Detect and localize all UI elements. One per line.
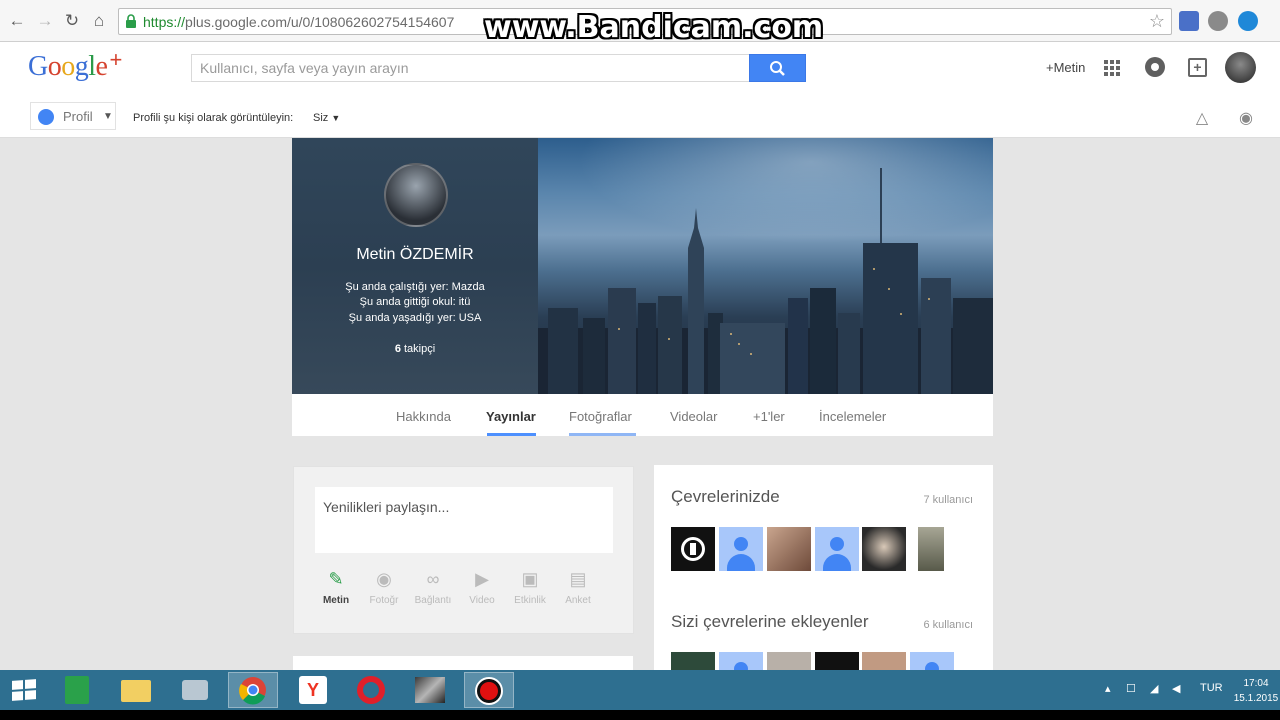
in-circles-title[interactable]: Çevrelerinizde xyxy=(671,487,780,507)
profile-cover: Metin ÖZDEMİR Şu anda çalıştığı yer: Maz… xyxy=(292,138,993,394)
calendar-icon: ▣ xyxy=(521,569,539,589)
tab-about[interactable]: Hakkında xyxy=(396,409,451,424)
share-video-button[interactable]: ▶ Video xyxy=(459,567,505,606)
opera-browser-icon[interactable] xyxy=(346,672,396,708)
spreadsheet-app-icon[interactable] xyxy=(52,672,102,708)
circle-member-avatar[interactable] xyxy=(918,527,944,571)
tray-expand-icon[interactable]: ▴ xyxy=(1105,682,1111,695)
file-explorer-icon[interactable] xyxy=(111,672,161,708)
profile-menu-label: Profil xyxy=(63,109,93,124)
circle-member-avatar[interactable] xyxy=(719,527,763,571)
yandex-browser-icon[interactable]: Y xyxy=(288,672,338,708)
share-text-button[interactable]: ✎ Metin xyxy=(313,567,359,606)
share-event-button[interactable]: ▣ Etkinlik xyxy=(507,567,553,606)
search-icon xyxy=(770,61,785,76)
recording-watermark: www.Bandicam.com xyxy=(484,10,824,45)
share-photo-button[interactable]: ◉ Fotoğr xyxy=(361,567,407,606)
url-text: https://plus.google.com/u/0/108062602754… xyxy=(143,14,455,30)
hover-tab-indicator xyxy=(569,433,636,436)
search-input[interactable] xyxy=(192,55,750,81)
share-link-button[interactable]: ∞ Bağlantı xyxy=(410,567,456,606)
tab-posts[interactable]: Yayınlar xyxy=(486,409,536,424)
lock-icon xyxy=(126,14,136,28)
view-as-label: Profili şu kişi olarak görüntüleyin: xyxy=(133,112,294,124)
notifications-icon[interactable] xyxy=(1145,57,1165,77)
video-icon: ▶ xyxy=(475,569,489,589)
clock-date: 15.1.2015 xyxy=(1233,693,1279,704)
tab-reviews[interactable]: İncelemeler xyxy=(819,409,886,424)
profile-subbar: Profil ▼ Profili şu kişi olarak görüntül… xyxy=(0,97,1280,138)
shield-extension-icon[interactable] xyxy=(1179,11,1199,31)
reload-icon[interactable]: ↻ xyxy=(61,9,83,33)
share-placeholder: Yenilikleri paylaşın... xyxy=(323,499,450,515)
tab-photos[interactable]: Fotoğraflar xyxy=(569,409,632,424)
search-box xyxy=(191,54,751,82)
circle-member-avatar[interactable] xyxy=(671,527,715,571)
circle-member-avatar[interactable] xyxy=(815,527,859,571)
input-language[interactable]: TUR xyxy=(1200,682,1223,694)
view-as-dropdown[interactable]: Siz ▼ xyxy=(313,112,340,124)
share-poll-button[interactable]: ▤ Anket xyxy=(555,567,601,606)
in-circles-count: 7 kullanıcı xyxy=(923,494,973,506)
tray-volume-icon[interactable]: ◀ xyxy=(1172,682,1180,695)
game-app-icon[interactable] xyxy=(405,672,455,708)
home-icon[interactable]: ⌂ xyxy=(88,9,110,33)
extension-icon[interactable] xyxy=(1208,11,1228,31)
pencil-icon: ✎ xyxy=(328,569,344,589)
profile-name: Metin ÖZDEMİR xyxy=(356,246,474,263)
profile-tabs: Hakkında Yayınlar Fotoğraflar Videolar +… xyxy=(292,394,993,436)
account-avatar[interactable] xyxy=(1225,52,1256,83)
profile-lives: Şu anda yaşadığı yer: USA xyxy=(348,312,482,324)
chevron-down-icon: ▼ xyxy=(331,113,341,123)
chrome-taskbar-icon[interactable] xyxy=(228,672,278,708)
tab-videos[interactable]: Videolar xyxy=(670,409,717,424)
profile-info-panel: Metin ÖZDEMİR Şu anda çalıştığı yer: Maz… xyxy=(292,138,538,394)
profile-work: Şu anda çalıştığı yer: Mazda xyxy=(345,281,485,293)
bookmark-star-icon[interactable]: ☆ xyxy=(1149,11,1165,32)
network-app-icon[interactable] xyxy=(170,672,220,708)
followers-count[interactable]: 6 takipçi xyxy=(292,343,538,355)
added-you-title[interactable]: Sizi çevrelerine ekleyenler xyxy=(671,612,868,632)
share-input[interactable]: Yenilikleri paylaşın... xyxy=(315,487,613,553)
forward-arrow-icon[interactable]: → xyxy=(34,9,56,33)
share-box-card: Yenilikleri paylaşın... ✎ Metin ◉ Fotoğr… xyxy=(293,466,634,634)
tray-signal-icon[interactable]: ◢ xyxy=(1150,682,1158,695)
messenger-extension-icon[interactable] xyxy=(1238,11,1258,31)
tray-network-icon[interactable]: ☐ xyxy=(1126,682,1136,695)
screen-bottom-bar xyxy=(0,710,1280,720)
profile-school: Şu anda gittiği okul: itü xyxy=(359,296,471,308)
poll-icon: ▤ xyxy=(569,569,587,589)
profile-avatar[interactable] xyxy=(384,163,448,227)
hangouts-icon[interactable]: ◉ xyxy=(1236,108,1256,128)
bandicam-record-icon[interactable] xyxy=(464,672,514,708)
system-clock[interactable]: 17:04 15.1.2015 xyxy=(1232,676,1280,706)
link-icon: ∞ xyxy=(426,569,440,589)
gplus-header: Google+ +Metin xyxy=(0,42,1280,97)
plus-user-link[interactable]: +Metin xyxy=(1046,60,1085,75)
apps-grid-icon[interactable] xyxy=(1104,60,1120,76)
active-tab-indicator xyxy=(487,433,536,436)
circle-member-avatar[interactable] xyxy=(767,527,811,571)
search-button[interactable] xyxy=(749,54,806,82)
circles-card: Çevrelerinizde 7 kullanıcı Sizi çevreler… xyxy=(654,465,993,696)
camera-icon: ◉ xyxy=(376,569,392,589)
windows-start-icon[interactable] xyxy=(12,679,36,701)
back-arrow-icon[interactable]: ← xyxy=(6,9,28,33)
tab-plus-ones[interactable]: +1'ler xyxy=(753,409,785,424)
added-you-count: 6 kullanıcı xyxy=(923,619,973,631)
browser-toolbar: ← → ↻ ⌂ https://plus.google.com/u/0/1080… xyxy=(0,0,1280,45)
windows-taskbar: Y ▴ ☐ ◢ ◀ TUR xyxy=(0,670,1280,710)
cover-photo[interactable] xyxy=(538,138,993,394)
google-plus-logo[interactable]: Google+ xyxy=(28,47,122,83)
person-icon xyxy=(38,109,54,125)
report-icon[interactable]: △ xyxy=(1192,108,1212,128)
city-skyline-image xyxy=(538,168,993,394)
share-plus-icon[interactable]: + xyxy=(1188,58,1207,77)
circle-member-avatar[interactable] xyxy=(862,527,906,571)
profile-menu-button[interactable]: Profil ▼ xyxy=(30,102,116,130)
clock-time: 17:04 xyxy=(1243,678,1269,689)
chevron-down-icon: ▼ xyxy=(103,111,113,122)
